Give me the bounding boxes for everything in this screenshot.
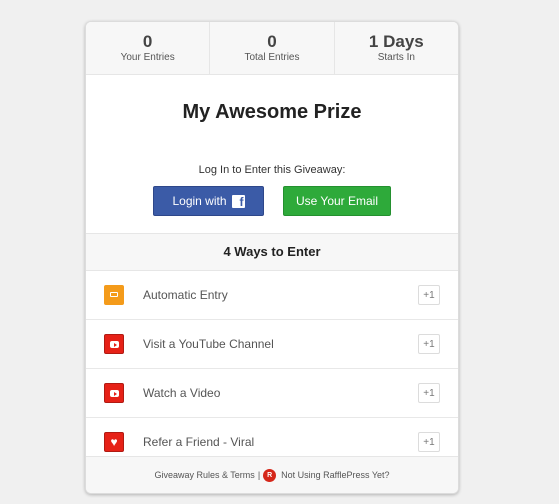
stat-value: 0 bbox=[142, 32, 153, 51]
stat-starts-in: 1 Days Starts In bbox=[335, 22, 458, 74]
stat-label: Your Entries bbox=[120, 52, 175, 63]
entry-label: Refer a Friend - Viral bbox=[143, 435, 255, 449]
youtube-icon bbox=[104, 383, 124, 403]
facebook-icon: f bbox=[231, 194, 245, 208]
login-prompt: Log In to Enter this Giveaway: bbox=[198, 164, 346, 176]
entry-points-badge: +1 bbox=[418, 334, 440, 354]
stats-bar: 0 Your Entries 0 Total Entries 1 Days St… bbox=[86, 22, 458, 75]
stat-label: Total Entries bbox=[244, 52, 300, 63]
entry-points-badge: +1 bbox=[418, 285, 440, 305]
giveaway-widget: 0 Your Entries 0 Total Entries 1 Days St… bbox=[85, 21, 459, 494]
footer: Giveaway Rules & Terms | R Not Using Raf… bbox=[86, 456, 458, 493]
prize-title: My Awesome Prize bbox=[182, 101, 362, 123]
entry-automatic[interactable]: Automatic Entry +1 bbox=[86, 271, 458, 320]
stat-value: 0 bbox=[267, 32, 277, 51]
entry-watch-video[interactable]: Watch a Video +1 bbox=[86, 369, 458, 418]
entry-label: Visit a YouTube Channel bbox=[143, 337, 274, 351]
heart-icon: ♥ bbox=[104, 432, 124, 452]
facebook-button-label: Login with bbox=[172, 194, 227, 208]
entry-label: Watch a Video bbox=[143, 386, 221, 400]
rules-terms-link[interactable]: Giveaway Rules & Terms bbox=[154, 470, 254, 480]
stat-label: Starts In bbox=[377, 52, 415, 63]
rafflepress-promo-link[interactable]: Not Using RafflePress Yet? bbox=[281, 470, 389, 480]
entry-points-badge: +1 bbox=[418, 383, 440, 403]
login-facebook-button[interactable]: Login with f bbox=[153, 186, 264, 216]
use-email-button[interactable]: Use Your Email bbox=[283, 186, 391, 216]
rafflepress-logo-icon: R bbox=[263, 468, 277, 482]
entry-label: Automatic Entry bbox=[143, 288, 228, 302]
youtube-icon bbox=[104, 334, 124, 354]
ways-to-enter-header: 4 Ways to Enter bbox=[86, 233, 458, 271]
login-buttons: Login with f Use Your Email bbox=[86, 186, 458, 216]
stat-total-entries: 0 Total Entries bbox=[210, 22, 335, 74]
stat-your-entries: 0 Your Entries bbox=[86, 22, 211, 74]
entry-points-badge: +1 bbox=[418, 432, 440, 452]
ticket-icon bbox=[104, 285, 124, 305]
footer-separator: | bbox=[257, 470, 261, 480]
entry-visit-youtube[interactable]: Visit a YouTube Channel +1 bbox=[86, 320, 458, 369]
stat-value: 1 Days bbox=[368, 32, 424, 51]
email-button-label: Use Your Email bbox=[295, 194, 379, 208]
